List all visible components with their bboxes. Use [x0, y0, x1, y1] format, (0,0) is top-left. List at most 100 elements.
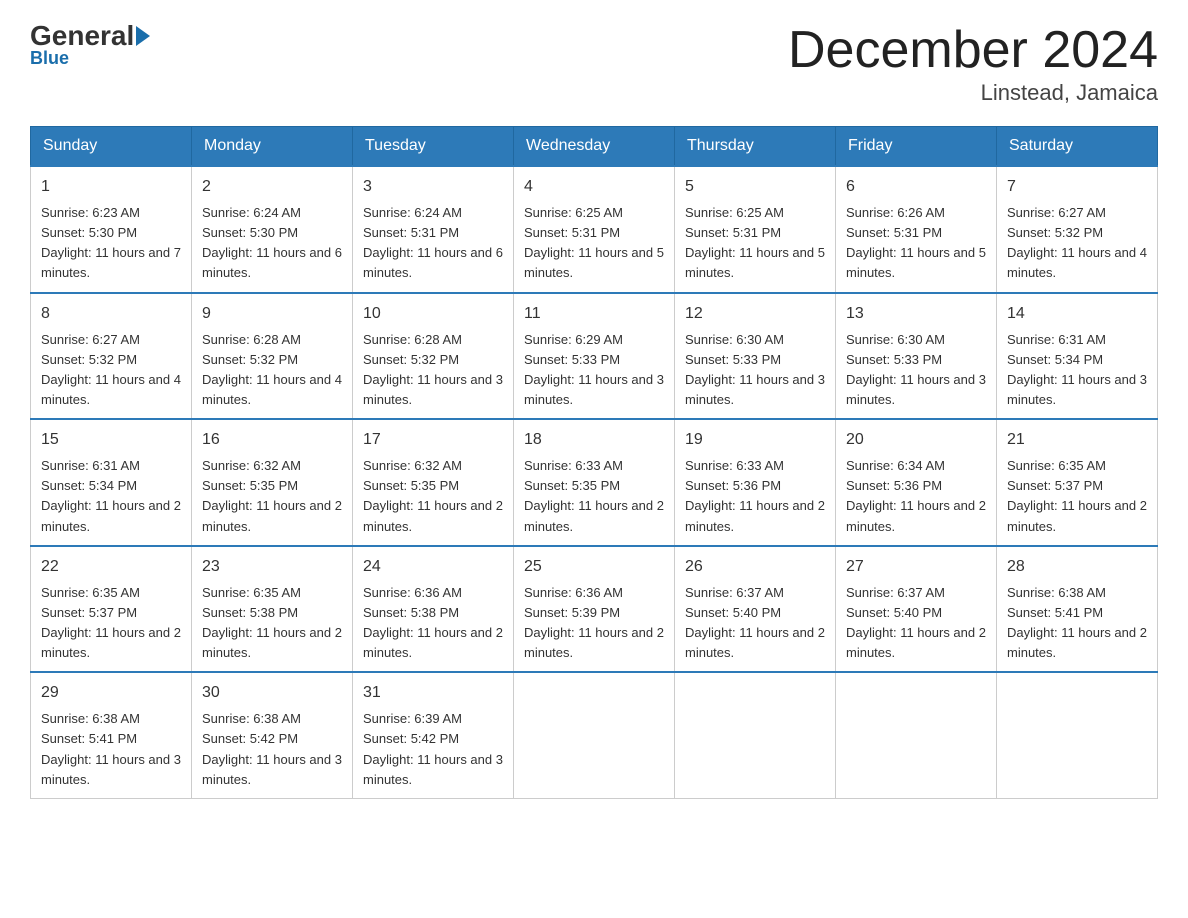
day-info: Sunrise: 6:24 AMSunset: 5:31 PMDaylight:… [363, 203, 503, 284]
day-info: Sunrise: 6:26 AMSunset: 5:31 PMDaylight:… [846, 203, 986, 284]
calendar-cell: 21 Sunrise: 6:35 AMSunset: 5:37 PMDayligh… [997, 419, 1158, 546]
day-number: 24 [363, 555, 503, 579]
day-info: Sunrise: 6:33 AMSunset: 5:36 PMDaylight:… [685, 456, 825, 537]
calendar-cell: 26Sunrise: 6:37 AMSunset: 5:40 PMDayligh… [675, 546, 836, 673]
calendar-cell: 30 Sunrise: 6:38 AMSunset: 5:42 PMDayligh… [192, 672, 353, 798]
day-info: Sunrise: 6:24 AMSunset: 5:30 PMDaylight:… [202, 203, 342, 284]
calendar-cell: 23Sunrise: 6:35 AMSunset: 5:38 PMDayligh… [192, 546, 353, 673]
day-number: 6 [846, 175, 986, 199]
day-number: 29 [41, 681, 181, 705]
day-number: 21 [1007, 428, 1147, 452]
calendar-cell: 31 Sunrise: 6:39 AMSunset: 5:42 PMDayligh… [353, 672, 514, 798]
day-number: 18 [524, 428, 664, 452]
calendar-cell: 20 Sunrise: 6:34 AMSunset: 5:36 PMDayligh… [836, 419, 997, 546]
day-number: 4 [524, 175, 664, 199]
day-number: 27 [846, 555, 986, 579]
week-row-2: 8Sunrise: 6:27 AMSunset: 5:32 PMDaylight… [31, 293, 1158, 420]
calendar-cell: 4Sunrise: 6:25 AMSunset: 5:31 PMDaylight… [514, 166, 675, 293]
logo-blue-text: Blue [30, 48, 69, 69]
calendar-cell: 16 Sunrise: 6:32 AMSunset: 5:35 PMDayligh… [192, 419, 353, 546]
day-info: Sunrise: 6:38 AMSunset: 5:42 PMDaylight:… [202, 709, 342, 790]
day-info: Sunrise: 6:27 AMSunset: 5:32 PMDaylight:… [1007, 203, 1147, 284]
calendar-cell: 12 Sunrise: 6:30 AMSunset: 5:33 PMDayligh… [675, 293, 836, 420]
calendar-cell: 28 Sunrise: 6:38 AMSunset: 5:41 PMDayligh… [997, 546, 1158, 673]
day-info: Sunrise: 6:32 AMSunset: 5:35 PMDaylight:… [202, 456, 342, 537]
header-thursday: Thursday [675, 127, 836, 167]
calendar-cell: 29 Sunrise: 6:38 AMSunset: 5:41 PMDayligh… [31, 672, 192, 798]
day-info: Sunrise: 6:39 AMSunset: 5:42 PMDaylight:… [363, 709, 503, 790]
header-friday: Friday [836, 127, 997, 167]
day-info: Sunrise: 6:37 AMSunset: 5:40 PMDaylight:… [846, 583, 986, 664]
day-number: 14 [1007, 302, 1147, 326]
header-sunday: Sunday [31, 127, 192, 167]
calendar-cell: 14 Sunrise: 6:31 AMSunset: 5:34 PMDayligh… [997, 293, 1158, 420]
day-info: Sunrise: 6:28 AMSunset: 5:32 PMDaylight:… [363, 330, 503, 411]
week-row-4: 22Sunrise: 6:35 AMSunset: 5:37 PMDayligh… [31, 546, 1158, 673]
calendar-cell: 5 Sunrise: 6:25 AMSunset: 5:31 PMDaylight… [675, 166, 836, 293]
calendar-cell: 18 Sunrise: 6:33 AMSunset: 5:35 PMDayligh… [514, 419, 675, 546]
day-info: Sunrise: 6:30 AMSunset: 5:33 PMDaylight:… [685, 330, 825, 411]
calendar-cell: 19Sunrise: 6:33 AMSunset: 5:36 PMDayligh… [675, 419, 836, 546]
calendar-cell: 2 Sunrise: 6:24 AMSunset: 5:30 PMDaylight… [192, 166, 353, 293]
header-tuesday: Tuesday [353, 127, 514, 167]
day-info: Sunrise: 6:31 AMSunset: 5:34 PMDaylight:… [1007, 330, 1147, 411]
logo: General Blue [30, 20, 152, 69]
day-number: 11 [524, 302, 664, 326]
calendar-cell: 15 Sunrise: 6:31 AMSunset: 5:34 PMDayligh… [31, 419, 192, 546]
day-info: Sunrise: 6:33 AMSunset: 5:35 PMDaylight:… [524, 456, 664, 537]
header-monday: Monday [192, 127, 353, 167]
day-info: Sunrise: 6:27 AMSunset: 5:32 PMDaylight:… [41, 330, 181, 411]
logo-arrow-icon [136, 26, 150, 46]
day-info: Sunrise: 6:38 AMSunset: 5:41 PMDaylight:… [1007, 583, 1147, 664]
day-number: 30 [202, 681, 342, 705]
day-number: 25 [524, 555, 664, 579]
day-number: 10 [363, 302, 503, 326]
day-number: 12 [685, 302, 825, 326]
header-saturday: Saturday [997, 127, 1158, 167]
week-row-3: 15 Sunrise: 6:31 AMSunset: 5:34 PMDayligh… [31, 419, 1158, 546]
calendar-cell: 13Sunrise: 6:30 AMSunset: 5:33 PMDayligh… [836, 293, 997, 420]
header-wednesday: Wednesday [514, 127, 675, 167]
page-header: General Blue December 2024 Linstead, Jam… [30, 20, 1158, 106]
day-info: Sunrise: 6:23 AMSunset: 5:30 PMDaylight:… [41, 203, 181, 284]
calendar-cell: 8Sunrise: 6:27 AMSunset: 5:32 PMDaylight… [31, 293, 192, 420]
day-number: 22 [41, 555, 181, 579]
day-number: 5 [685, 175, 825, 199]
day-info: Sunrise: 6:38 AMSunset: 5:41 PMDaylight:… [41, 709, 181, 790]
calendar-cell: 27 Sunrise: 6:37 AMSunset: 5:40 PMDayligh… [836, 546, 997, 673]
day-number: 15 [41, 428, 181, 452]
calendar-cell: 3 Sunrise: 6:24 AMSunset: 5:31 PMDaylight… [353, 166, 514, 293]
calendar-cell: 1Sunrise: 6:23 AMSunset: 5:30 PMDaylight… [31, 166, 192, 293]
calendar-cell [836, 672, 997, 798]
day-number: 16 [202, 428, 342, 452]
week-row-5: 29 Sunrise: 6:38 AMSunset: 5:41 PMDayligh… [31, 672, 1158, 798]
day-number: 3 [363, 175, 503, 199]
day-number: 17 [363, 428, 503, 452]
day-info: Sunrise: 6:35 AMSunset: 5:38 PMDaylight:… [202, 583, 342, 664]
day-info: Sunrise: 6:25 AMSunset: 5:31 PMDaylight:… [685, 203, 825, 284]
title-block: December 2024 Linstead, Jamaica [788, 20, 1158, 106]
day-info: Sunrise: 6:36 AMSunset: 5:39 PMDaylight:… [524, 583, 664, 664]
day-number: 2 [202, 175, 342, 199]
day-number: 9 [202, 302, 342, 326]
day-info: Sunrise: 6:31 AMSunset: 5:34 PMDaylight:… [41, 456, 181, 537]
location-title: Linstead, Jamaica [788, 80, 1158, 106]
day-number: 26 [685, 555, 825, 579]
day-number: 31 [363, 681, 503, 705]
day-info: Sunrise: 6:30 AMSunset: 5:33 PMDaylight:… [846, 330, 986, 411]
day-info: Sunrise: 6:29 AMSunset: 5:33 PMDaylight:… [524, 330, 664, 411]
calendar-cell [514, 672, 675, 798]
day-info: Sunrise: 6:35 AMSunset: 5:37 PMDaylight:… [1007, 456, 1147, 537]
day-number: 7 [1007, 175, 1147, 199]
calendar-cell [675, 672, 836, 798]
day-info: Sunrise: 6:32 AMSunset: 5:35 PMDaylight:… [363, 456, 503, 537]
calendar-cell: 7 Sunrise: 6:27 AMSunset: 5:32 PMDaylight… [997, 166, 1158, 293]
month-title: December 2024 [788, 20, 1158, 80]
day-number: 28 [1007, 555, 1147, 579]
calendar-cell: 22Sunrise: 6:35 AMSunset: 5:37 PMDayligh… [31, 546, 192, 673]
calendar-cell: 6 Sunrise: 6:26 AMSunset: 5:31 PMDaylight… [836, 166, 997, 293]
day-number: 20 [846, 428, 986, 452]
day-info: Sunrise: 6:34 AMSunset: 5:36 PMDaylight:… [846, 456, 986, 537]
calendar-cell: 9Sunrise: 6:28 AMSunset: 5:32 PMDaylight… [192, 293, 353, 420]
day-info: Sunrise: 6:36 AMSunset: 5:38 PMDaylight:… [363, 583, 503, 664]
